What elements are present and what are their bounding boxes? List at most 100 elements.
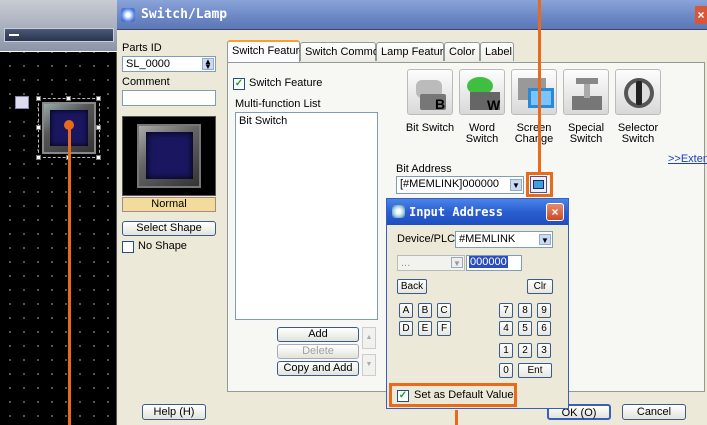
key-c[interactable]: C bbox=[437, 303, 451, 318]
extended-link[interactable]: >>Extended bbox=[668, 153, 707, 165]
address-type-select[interactable]: ... ▼ bbox=[397, 255, 465, 271]
close-icon[interactable]: × bbox=[695, 6, 707, 24]
resize-handle[interactable] bbox=[36, 155, 41, 160]
key-d[interactable]: D bbox=[399, 321, 413, 336]
cancel-button[interactable]: Cancel bbox=[622, 404, 686, 420]
address-value-field[interactable]: 000000 bbox=[466, 255, 522, 271]
resize-handle[interactable] bbox=[96, 125, 101, 130]
tab-label[interactable]: Label bbox=[480, 42, 514, 61]
select-shape-button[interactable]: Select Shape bbox=[122, 221, 216, 236]
tab-lamp-feature[interactable]: Lamp Feature bbox=[376, 42, 449, 61]
comment-field[interactable] bbox=[122, 90, 216, 106]
move-down-icon[interactable]: ▼ bbox=[362, 354, 376, 376]
canvas-title-bar bbox=[4, 28, 114, 42]
resize-handle[interactable] bbox=[96, 155, 101, 160]
device-plc-select[interactable]: #MEMLINK ▼ bbox=[455, 231, 553, 248]
word-switch-label: Word Switch bbox=[455, 123, 509, 145]
help-button[interactable]: Help (H) bbox=[142, 404, 206, 420]
input-address-title: Input Address bbox=[409, 205, 503, 219]
preview-button-body bbox=[137, 124, 201, 188]
multi-function-list-label: Multi-function List bbox=[235, 98, 321, 110]
bit-address-label: Bit Address bbox=[396, 163, 452, 175]
selector-switch-label: Selector Switch bbox=[611, 123, 665, 145]
no-shape-label: No Shape bbox=[138, 240, 187, 252]
special-switch-icon-graphic bbox=[572, 78, 602, 110]
spinner-icon[interactable]: ▲ ▼ bbox=[202, 58, 214, 71]
chevron-down-icon[interactable]: ▼ bbox=[451, 257, 463, 268]
editor-canvas[interactable] bbox=[0, 0, 117, 425]
word-switch-label-line2: Switch bbox=[465, 133, 499, 145]
callout-line bbox=[68, 128, 71, 425]
resize-handle[interactable] bbox=[36, 96, 41, 101]
minimize-icon[interactable] bbox=[9, 34, 19, 36]
switch-feature-checkbox[interactable]: ✓ bbox=[233, 78, 245, 90]
selector-switch-label-line2: Switch bbox=[621, 133, 655, 145]
resize-handle[interactable] bbox=[96, 96, 101, 101]
bit-switch-label-line1: Bit Switch bbox=[405, 122, 455, 134]
key-4[interactable]: 4 bbox=[499, 321, 513, 336]
parts-id-value: SL_0000 bbox=[126, 58, 171, 70]
bit-address-field[interactable]: [#MEMLINK]000000 ▼ bbox=[396, 176, 524, 194]
key-a[interactable]: A bbox=[399, 303, 413, 318]
key-0[interactable]: 0 bbox=[499, 363, 513, 378]
dialog-title-bar: Switch/Lamp × bbox=[117, 0, 707, 30]
copy-and-add-button[interactable]: Copy and Add bbox=[277, 361, 359, 376]
key-9[interactable]: 9 bbox=[537, 303, 551, 318]
resize-handle[interactable] bbox=[66, 96, 71, 101]
part-select-icon[interactable] bbox=[15, 96, 29, 109]
close-icon[interactable]: × bbox=[546, 203, 564, 221]
chevron-down-icon[interactable]: ▼ bbox=[539, 234, 551, 245]
bit-switch-icon[interactable]: B bbox=[407, 69, 453, 115]
key-b[interactable]: B bbox=[418, 303, 432, 318]
multi-function-list[interactable]: Bit Switch bbox=[235, 112, 378, 320]
resize-handle[interactable] bbox=[36, 125, 41, 130]
preview-button-face bbox=[146, 132, 193, 179]
canvas-header bbox=[0, 0, 117, 52]
move-up-icon[interactable]: ▲ bbox=[362, 327, 376, 349]
clr-key[interactable]: Clr bbox=[527, 279, 553, 294]
switch-lamp-icon bbox=[121, 8, 135, 22]
address-value: 000000 bbox=[469, 256, 508, 268]
parts-id-label: Parts ID bbox=[122, 42, 162, 54]
special-switch-icon[interactable] bbox=[563, 69, 609, 115]
no-shape-checkbox[interactable] bbox=[122, 241, 134, 253]
tab-color[interactable]: Color bbox=[444, 42, 480, 61]
special-switch-label-line2: Switch bbox=[569, 133, 603, 145]
screen-change-icon[interactable] bbox=[511, 69, 557, 115]
list-item[interactable]: Bit Switch bbox=[236, 113, 377, 129]
key-8[interactable]: 8 bbox=[518, 303, 532, 318]
bit-switch-label: Bit Switch bbox=[403, 123, 457, 134]
highlight-box bbox=[389, 383, 517, 407]
device-plc-label: Device/PLC bbox=[397, 233, 456, 245]
key-7[interactable]: 7 bbox=[499, 303, 513, 318]
word-switch-icon-graphic: W bbox=[467, 77, 501, 113]
chevron-down-icon[interactable]: ▼ bbox=[510, 179, 522, 191]
key-3[interactable]: 3 bbox=[537, 343, 551, 358]
parts-id-field[interactable]: SL_0000 ▲ ▼ bbox=[122, 56, 216, 72]
key-1[interactable]: 1 bbox=[499, 343, 513, 358]
screen-change-label-line2: Change bbox=[514, 133, 554, 145]
key-2[interactable]: 2 bbox=[518, 343, 532, 358]
tab-switch-feature[interactable]: Switch Feature bbox=[227, 40, 305, 62]
enter-key[interactable]: Ent bbox=[518, 363, 552, 378]
input-address-icon bbox=[392, 205, 405, 218]
selector-switch-icon-graphic bbox=[624, 78, 654, 108]
svg-text:W: W bbox=[487, 97, 501, 113]
selector-switch-icon[interactable] bbox=[615, 69, 661, 115]
shape-preview bbox=[122, 116, 216, 196]
back-key[interactable]: Back bbox=[397, 279, 427, 294]
svg-text:B: B bbox=[435, 96, 445, 112]
add-button[interactable]: Add bbox=[277, 327, 359, 342]
tab-switch-common[interactable]: Switch Common bbox=[300, 42, 385, 61]
input-address-dialog: Input Address × Device/PLC #MEMLINK ▼ ..… bbox=[386, 198, 569, 409]
screen-change-icon-graphic bbox=[518, 78, 554, 108]
state-label[interactable]: Normal bbox=[122, 197, 216, 212]
key-e[interactable]: E bbox=[418, 321, 432, 336]
word-switch-icon[interactable]: W bbox=[459, 69, 505, 115]
key-f[interactable]: F bbox=[437, 321, 451, 336]
dialog-title: Switch/Lamp bbox=[141, 7, 228, 22]
key-6[interactable]: 6 bbox=[537, 321, 551, 336]
delete-button[interactable]: Delete bbox=[277, 344, 359, 359]
device-plc-value: #MEMLINK bbox=[459, 233, 516, 245]
key-5[interactable]: 5 bbox=[518, 321, 532, 336]
